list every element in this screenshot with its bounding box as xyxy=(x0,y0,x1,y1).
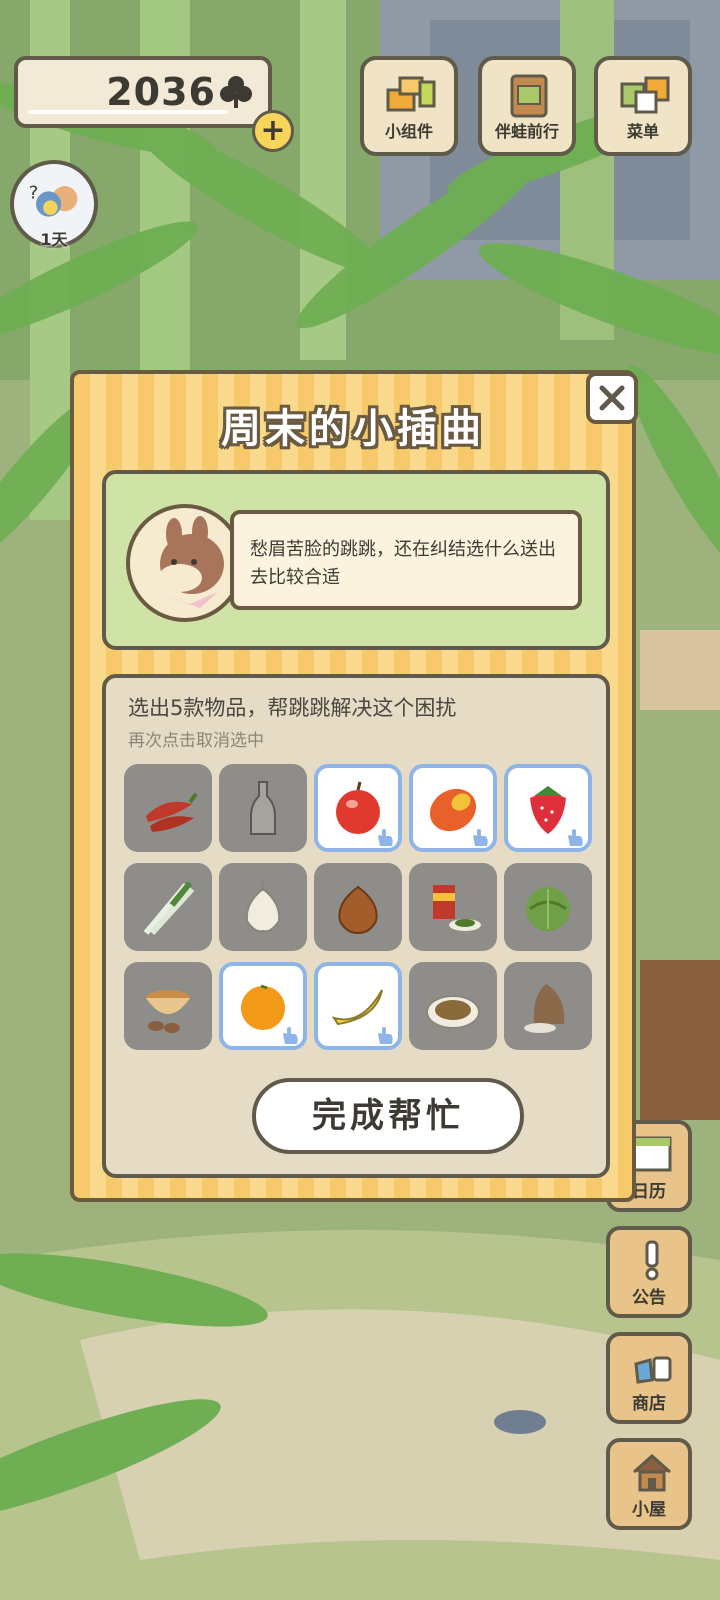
item-slot[interactable] xyxy=(124,962,212,1050)
weekend-episode-dialog: 周末的小插曲 愁眉苦脸的跳跳，还在纠结选什么送出去比较合适 选出5款物品，帮跳跳… xyxy=(70,370,638,1202)
calendar-icon xyxy=(632,1136,672,1172)
shop-label: 商店 xyxy=(632,1394,666,1414)
item-slot[interactable] xyxy=(314,962,402,1050)
squirrel-avatar xyxy=(126,504,244,622)
widgets-label: 小组件 xyxy=(384,122,433,141)
svg-text:?: ? xyxy=(29,183,39,204)
dish-icon xyxy=(426,995,480,1029)
widgets-button[interactable]: 小组件 xyxy=(360,56,458,156)
exclamation-icon xyxy=(645,1240,659,1281)
menu-button[interactable]: 菜单 xyxy=(594,56,692,156)
menu-icon xyxy=(620,76,670,114)
tap-hand-icon xyxy=(283,1027,298,1044)
clover-counter: 2036 xyxy=(14,56,272,128)
canned-food-icon xyxy=(433,885,481,931)
garlic-icon xyxy=(245,881,281,933)
item-slot[interactable] xyxy=(314,863,402,951)
tap-hand-icon xyxy=(378,1027,393,1044)
item-slot[interactable] xyxy=(219,962,307,1050)
green-onion-icon xyxy=(143,881,195,936)
item-slot[interactable] xyxy=(219,764,307,852)
chili-pepper-icon xyxy=(146,792,198,832)
task-hint: 再次点击取消选中 xyxy=(128,731,264,751)
dialog-title: 周末的小插曲 xyxy=(221,406,485,452)
widgets-icon xyxy=(386,76,436,112)
rice-sack-icon xyxy=(524,984,565,1033)
item-slot[interactable] xyxy=(504,764,592,852)
tap-hand-icon xyxy=(473,829,488,846)
day-badge-label: 1天 xyxy=(40,230,68,249)
item-slot[interactable] xyxy=(219,863,307,951)
plus-icon: + xyxy=(260,113,286,148)
tap-hand-icon xyxy=(378,829,393,846)
item-slot[interactable] xyxy=(504,863,592,951)
finish-help-button[interactable]: 完成帮忙 xyxy=(252,1078,524,1154)
clover-bar xyxy=(28,110,228,114)
item-slot[interactable] xyxy=(409,863,497,951)
clover-count: 2036 xyxy=(106,70,216,114)
item-slot[interactable] xyxy=(504,962,592,1050)
shop-button[interactable]: 商店 xyxy=(606,1332,692,1424)
shop-bag-icon xyxy=(634,1356,672,1384)
item-slot[interactable] xyxy=(409,962,497,1050)
close-icon xyxy=(599,385,625,411)
item-slot[interactable] xyxy=(124,863,212,951)
travel-with-frog-button[interactable]: 伴蛙前行 xyxy=(478,56,576,156)
cabbage-icon xyxy=(526,887,570,931)
item-slot[interactable] xyxy=(314,764,402,852)
house-label: 小屋 xyxy=(632,1500,666,1520)
story-text: 愁眉苦脸的跳跳，还在纠结选什么送出去比较合适 xyxy=(230,510,582,610)
add-clover-button[interactable]: + xyxy=(252,110,294,152)
house-icon xyxy=(633,1453,671,1492)
announcement-label: 公告 xyxy=(632,1288,666,1308)
onion-icon xyxy=(338,885,378,935)
announcement-button[interactable]: 公告 xyxy=(606,1226,692,1318)
task-instruction: 选出5款物品，帮跳跳解决这个困扰 xyxy=(128,696,457,720)
tap-hand-icon xyxy=(568,829,583,846)
close-button[interactable] xyxy=(586,372,638,424)
story-panel: 愁眉苦脸的跳跳，还在纠结选什么送出去比较合适 xyxy=(102,470,610,650)
travel-with-frog-label: 伴蛙前行 xyxy=(494,122,559,141)
soup-bowl-icon xyxy=(146,990,190,1033)
clover-icon xyxy=(220,76,252,108)
item-slot[interactable] xyxy=(409,764,497,852)
menu-label: 菜单 xyxy=(626,122,659,141)
day-badge[interactable]: ? 1天 xyxy=(10,160,98,249)
bottle-icon xyxy=(250,781,276,835)
travel-map-icon xyxy=(510,74,548,118)
task-panel: 选出5款物品，帮跳跳解决这个困扰 再次点击取消选中 完成帮忙 xyxy=(102,674,610,1178)
squirrel-icon xyxy=(158,516,224,608)
house-button[interactable]: 小屋 xyxy=(606,1438,692,1530)
item-slot[interactable] xyxy=(124,764,212,852)
